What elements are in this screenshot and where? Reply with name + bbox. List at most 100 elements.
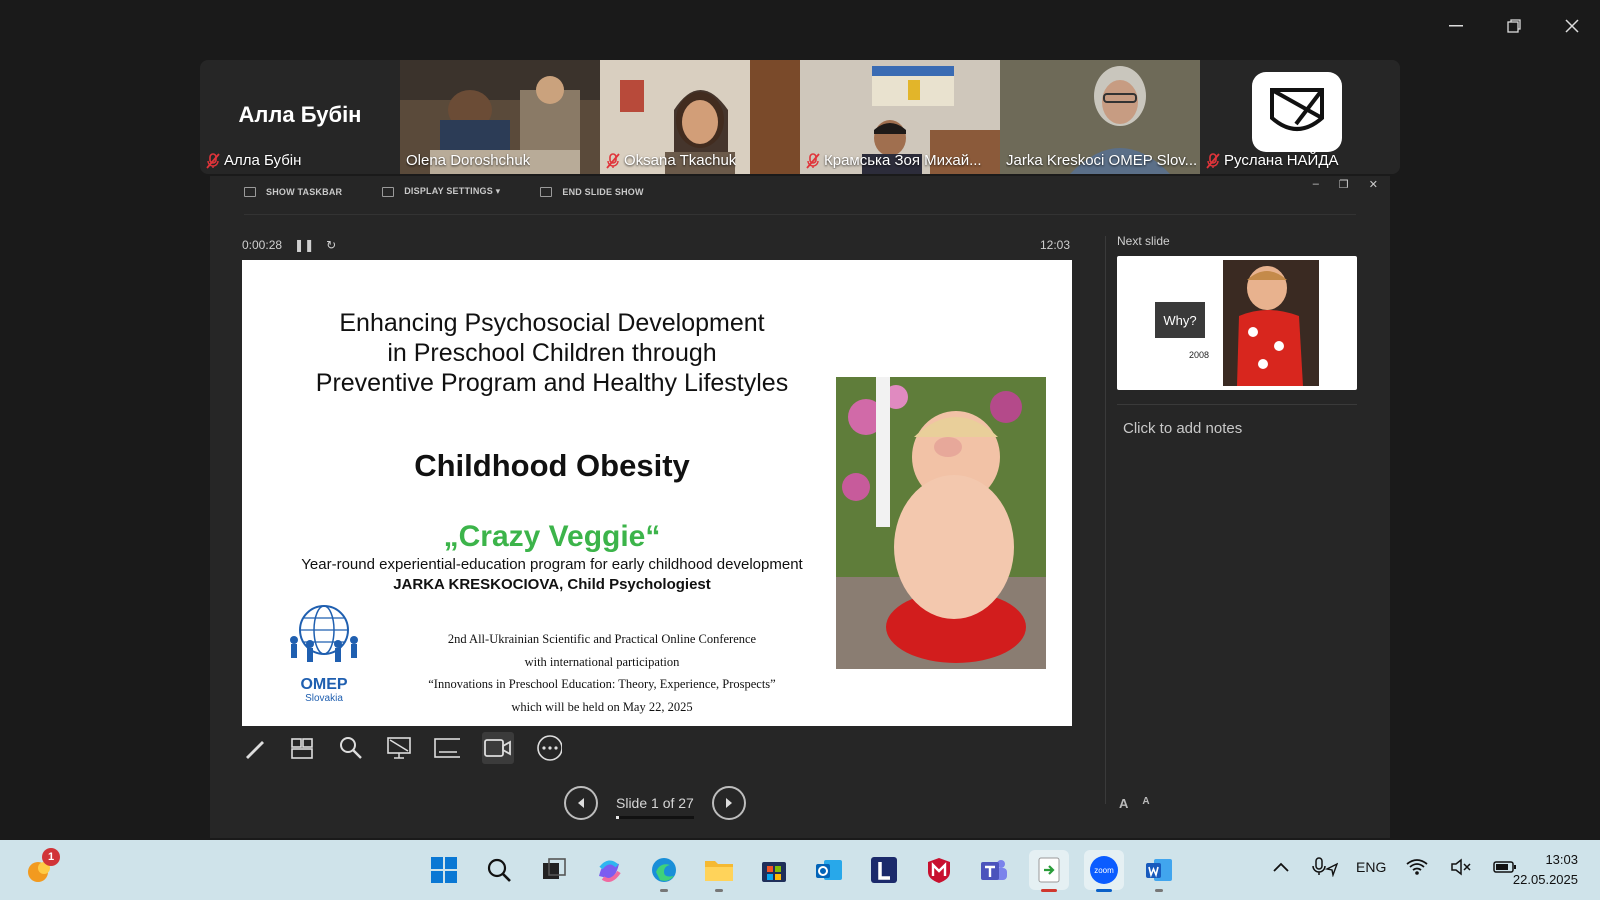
taskbar-icon bbox=[244, 186, 256, 197]
wifi-icon[interactable] bbox=[1404, 854, 1430, 880]
teams-icon bbox=[981, 860, 1007, 880]
slideshow-app[interactable] bbox=[1029, 850, 1069, 892]
l-app[interactable] bbox=[864, 850, 904, 890]
restore-button[interactable] bbox=[1500, 12, 1528, 40]
slide-title-line: Enhancing Psychosocial Development bbox=[339, 309, 765, 337]
pause-icon[interactable]: ❚❚ bbox=[294, 238, 314, 252]
participant-tile[interactable]: Oksana Tkachuk bbox=[600, 60, 800, 174]
speaker-notes[interactable]: Click to add notes bbox=[1123, 420, 1242, 437]
task-view-button[interactable] bbox=[534, 850, 574, 890]
outlook-app[interactable] bbox=[809, 850, 849, 890]
search-button[interactable] bbox=[479, 850, 519, 890]
edge-app[interactable] bbox=[644, 850, 684, 892]
participant-tile[interactable]: Алла Бубін Алла Бубін bbox=[200, 60, 400, 174]
zoom-slide-icon[interactable] bbox=[338, 735, 364, 761]
system-clock[interactable]: 13:03 22.05.2025 bbox=[1513, 850, 1578, 890]
participant-tile[interactable]: Крамська Зоя Михай... bbox=[800, 60, 1000, 174]
participant-tile[interactable]: Olena Doroshchuk bbox=[400, 60, 600, 174]
volume-muted-icon[interactable] bbox=[1448, 854, 1474, 880]
minimize-button[interactable] bbox=[1442, 12, 1470, 40]
show-hidden-icons-chevron-up-icon[interactable] bbox=[1268, 854, 1294, 880]
close-button[interactable] bbox=[1558, 12, 1586, 40]
pen-tool-icon[interactable] bbox=[242, 735, 268, 761]
mic-muted-icon bbox=[206, 152, 220, 169]
notification-badge: 1 bbox=[42, 848, 60, 866]
copilot-app[interactable] bbox=[589, 850, 629, 890]
end-slide-show-button[interactable]: END SLIDE SHOW bbox=[540, 186, 643, 197]
mic-muted-icon bbox=[1206, 152, 1220, 169]
edge-icon bbox=[652, 858, 676, 882]
restart-timer-icon[interactable]: ↻ bbox=[326, 238, 336, 252]
participant-display-name: Алла Бубін bbox=[238, 102, 362, 127]
participant-label: Olena Doroshchuk bbox=[406, 152, 530, 169]
word-app[interactable] bbox=[1139, 850, 1179, 892]
slide-title: Enhancing Psychosocial Development in Pr… bbox=[282, 308, 822, 398]
system-tray: ENG bbox=[1268, 854, 1518, 880]
presenter-tools bbox=[242, 732, 562, 764]
search-icon bbox=[487, 858, 511, 882]
participant-label: Алла Бубін bbox=[206, 152, 301, 169]
microsoft-store-app[interactable] bbox=[754, 850, 794, 890]
participant-tile[interactable]: Руслана НАЙДА bbox=[1200, 60, 1400, 174]
mic-muted-icon bbox=[606, 152, 620, 169]
next-slide-why-box: Why? bbox=[1155, 302, 1205, 338]
logo-subtext: Slovakia bbox=[305, 693, 343, 704]
panel-divider bbox=[1105, 236, 1106, 804]
participant-name: Olena Doroshchuk bbox=[406, 152, 531, 169]
next-slide-year: 2008 bbox=[1189, 350, 1210, 360]
slide-counter-text: Slide 1 of 27 bbox=[616, 795, 694, 811]
mcafee-icon bbox=[928, 858, 950, 883]
chevron-left-icon bbox=[578, 798, 584, 808]
presenter-close-icon[interactable]: ✕ bbox=[1369, 178, 1378, 191]
mcafee-app[interactable] bbox=[919, 850, 959, 890]
participant-name: Алла Бубін bbox=[224, 152, 302, 169]
show-taskbar-label: SHOW TASKBAR bbox=[266, 186, 343, 197]
windows-icon bbox=[431, 857, 457, 883]
black-screen-icon[interactable] bbox=[386, 735, 412, 761]
subtitles-icon[interactable] bbox=[434, 735, 460, 761]
camera-toggle-icon[interactable] bbox=[482, 732, 514, 764]
file-explorer-app[interactable] bbox=[699, 850, 739, 892]
taskbar-apps: zoom bbox=[424, 850, 1179, 892]
participant-label: Oksana Tkachuk bbox=[606, 152, 736, 169]
share-screen-icon bbox=[1038, 857, 1060, 883]
next-slide-thumbnail[interactable]: Why? 2008 bbox=[1117, 256, 1357, 390]
running-indicator bbox=[1155, 889, 1163, 892]
toolbar-divider bbox=[244, 214, 1356, 215]
next-slide-button[interactable] bbox=[711, 786, 746, 820]
microphone-location-icon[interactable] bbox=[1312, 854, 1338, 880]
increase-font-button[interactable]: A bbox=[1119, 796, 1128, 811]
clock-time: 13:03 bbox=[1545, 852, 1578, 867]
display-settings-button[interactable]: DISPLAY SETTINGS ▾ bbox=[382, 186, 500, 197]
zoom-icon: zoom bbox=[1090, 856, 1118, 884]
slide-navigation: Slide 1 of 27 bbox=[564, 786, 746, 820]
slide-title-line: Preventive Program and Healthy Lifestyle… bbox=[315, 369, 789, 397]
running-indicator bbox=[1041, 889, 1057, 892]
presenter-minimize-icon[interactable]: – bbox=[1313, 178, 1319, 191]
store-icon bbox=[762, 862, 786, 882]
notes-font-controls: A A bbox=[1119, 796, 1150, 811]
slide-title-line: in Preschool Children through bbox=[387, 339, 717, 367]
current-time: 12:03 bbox=[1040, 238, 1071, 252]
chevron-right-icon bbox=[725, 798, 732, 808]
decrease-font-button[interactable]: A bbox=[1142, 796, 1149, 811]
elapsed-time: 0:00:28 bbox=[242, 238, 283, 252]
zoom-app[interactable]: zoom bbox=[1084, 850, 1124, 892]
conference-info: 2nd All-Ukrainian Scientific and Practic… bbox=[412, 628, 792, 718]
mic-muted-icon bbox=[806, 152, 820, 169]
current-slide[interactable]: Enhancing Psychosocial Development in Pr… bbox=[242, 260, 1072, 726]
presenter-restore-icon[interactable]: ❐ bbox=[1339, 178, 1349, 191]
participant-tile-active-speaker[interactable]: Jarka Kreskoci OMEP Slov... bbox=[1000, 60, 1200, 174]
language-indicator[interactable]: ENG bbox=[1356, 859, 1386, 875]
show-taskbar-button[interactable]: SHOW TASKBAR bbox=[244, 186, 342, 197]
weather-widget[interactable]: 1 bbox=[24, 848, 60, 886]
teams-app[interactable] bbox=[974, 850, 1014, 890]
participants-strip: Алла Бубін Алла Бубін Olena Doroshchuk O… bbox=[200, 60, 1400, 174]
more-options-icon[interactable] bbox=[536, 735, 562, 761]
copilot-icon bbox=[599, 860, 621, 882]
start-button[interactable] bbox=[424, 850, 464, 890]
participant-label: Jarka Kreskoci OMEP Slov... bbox=[1006, 152, 1196, 169]
previous-slide-button[interactable] bbox=[564, 786, 598, 820]
see-all-slides-icon[interactable] bbox=[290, 735, 316, 761]
running-indicator bbox=[1096, 889, 1112, 892]
